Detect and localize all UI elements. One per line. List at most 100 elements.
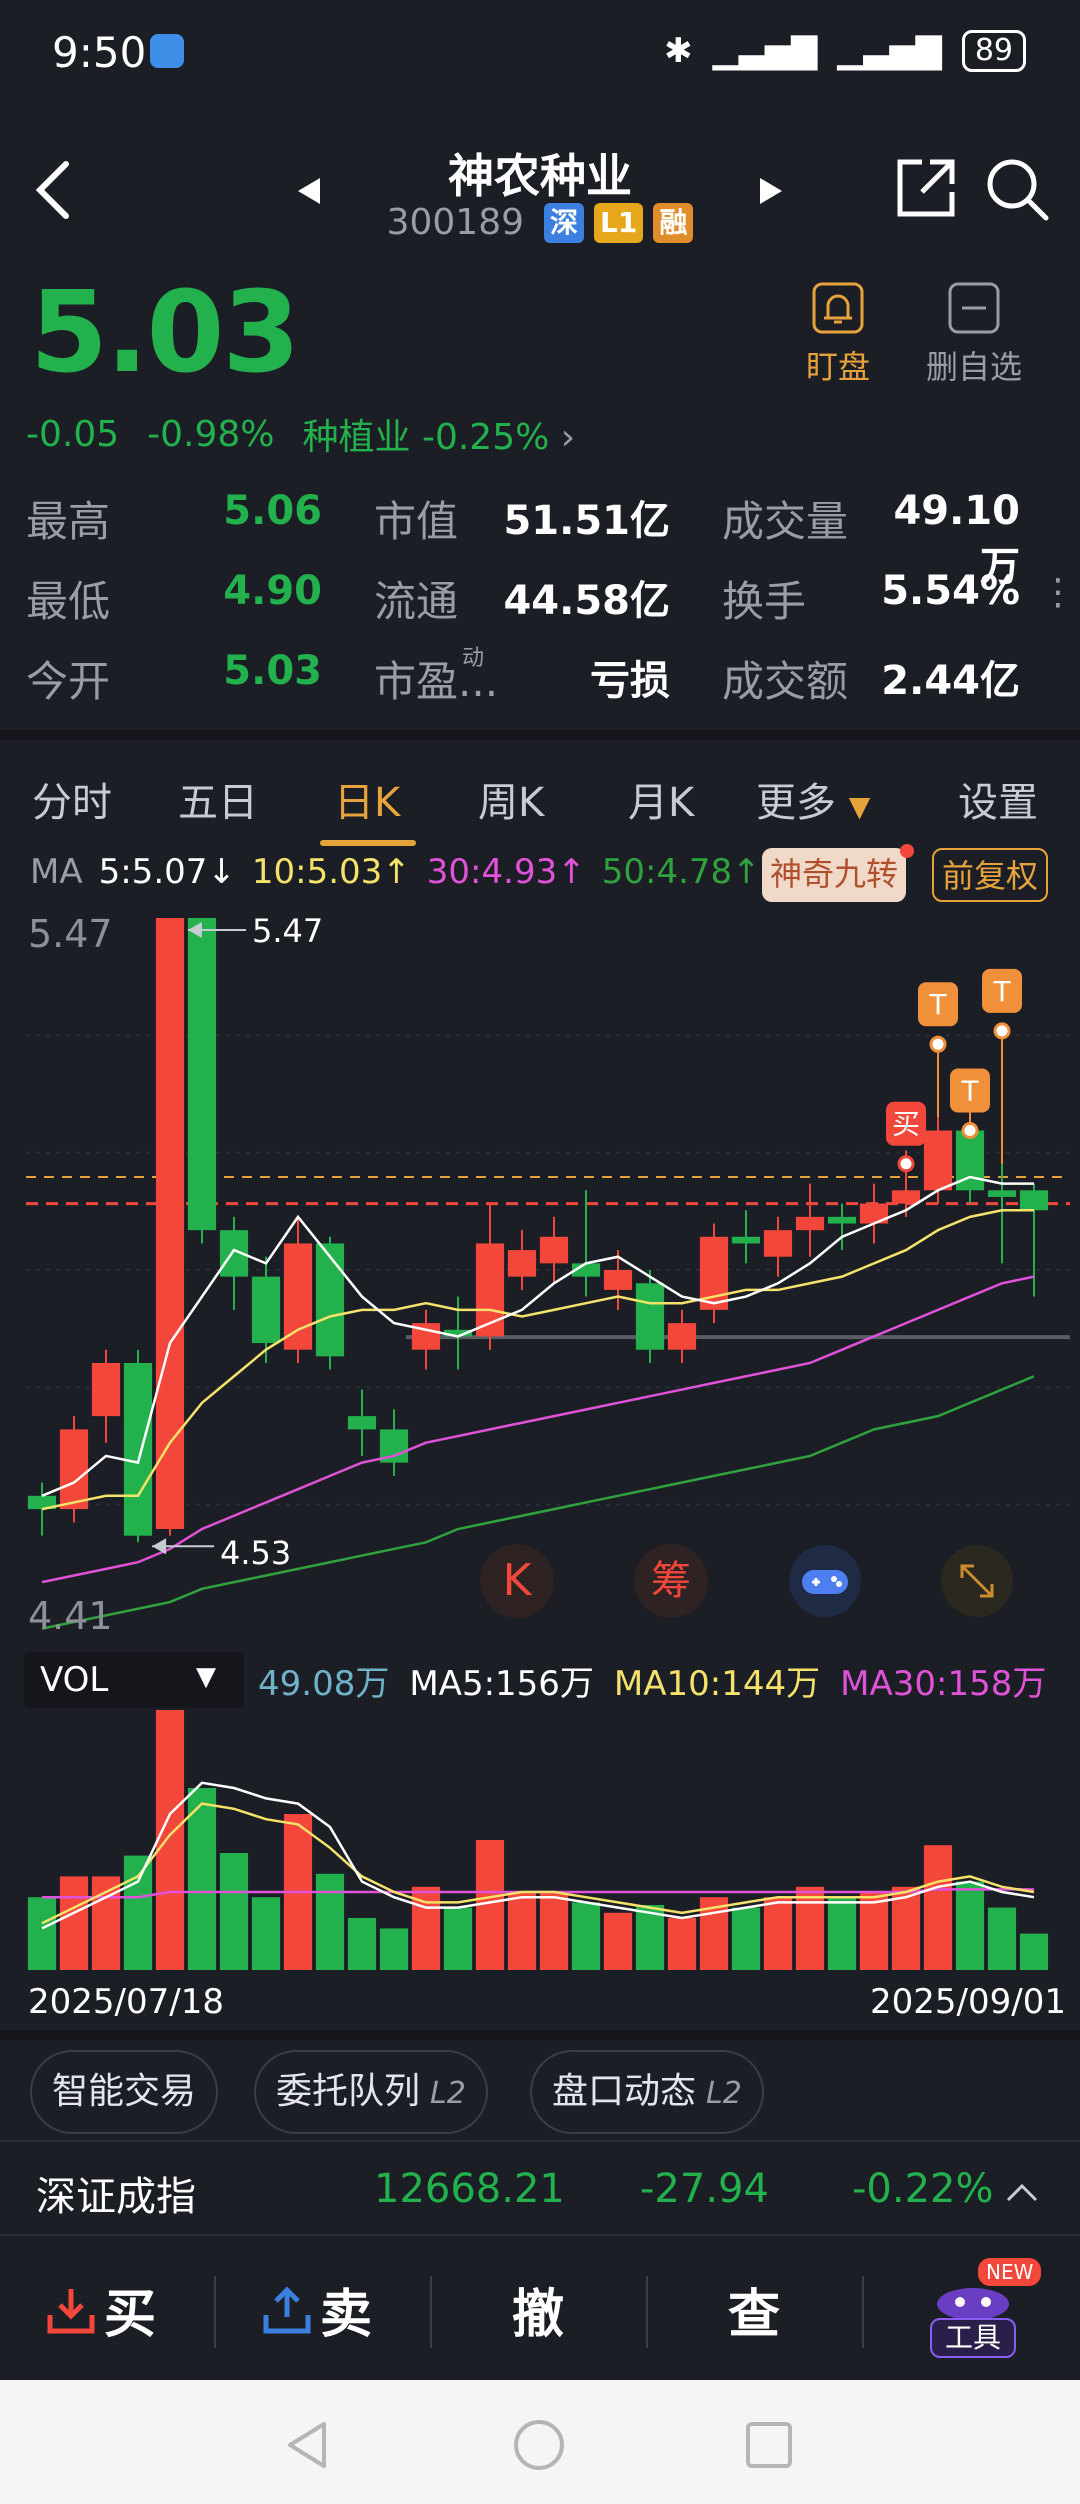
tab-monthly-k[interactable]: 月K bbox=[628, 770, 694, 828]
candlestick-chart[interactable]: 买 T T T bbox=[0, 906, 1080, 1646]
tab-more[interactable]: 更多 ▼ bbox=[756, 770, 870, 828]
vol-value: 49.08万 bbox=[258, 1664, 390, 1704]
candle-body bbox=[123, 1362, 153, 1536]
candle-body bbox=[603, 1270, 633, 1290]
volume-chart[interactable] bbox=[0, 1710, 1080, 1980]
candle-body bbox=[187, 918, 217, 1231]
volume-bar bbox=[251, 1897, 281, 1970]
volume-bar bbox=[827, 1897, 857, 1970]
stat-pe-superscript: 动 bbox=[462, 646, 485, 671]
candle-body bbox=[507, 1250, 537, 1277]
active-tab-indicator bbox=[320, 840, 416, 846]
ma-legend: MA 5:5.07↓ 10:5.03↑ 30:4.93↑ 50:4.78↑ bbox=[30, 852, 761, 892]
clock: 9:50 bbox=[52, 28, 147, 77]
more-dots-icon[interactable]: ⋮ bbox=[1040, 572, 1076, 613]
tab-five-day[interactable]: 五日 bbox=[178, 770, 258, 828]
trade-marker-label: T bbox=[928, 988, 947, 1021]
volume-bar bbox=[955, 1881, 985, 1970]
k-tool-icon[interactable]: K bbox=[480, 1544, 554, 1618]
tab-settings[interactable]: 设置 bbox=[958, 770, 1038, 828]
next-stock-icon[interactable] bbox=[756, 176, 786, 206]
candle-body bbox=[1019, 1190, 1049, 1211]
cancel-order-button[interactable]: 撤 bbox=[512, 2272, 564, 2347]
gamepad-icon[interactable] bbox=[788, 1544, 862, 1618]
level-tag: L1 bbox=[594, 202, 644, 243]
stat-float-value: 44.58亿 bbox=[503, 578, 670, 624]
volume-bar bbox=[379, 1928, 409, 1970]
index-ticker[interactable]: 深证成指 12668.21 -27.94 -0.22% bbox=[0, 2140, 1080, 2236]
remove-watchlist-button[interactable]: 删自选 bbox=[914, 280, 1034, 388]
candle-body bbox=[539, 1236, 569, 1264]
system-back-icon[interactable] bbox=[284, 2420, 330, 2470]
index-value: 12668.21 bbox=[374, 2166, 565, 2212]
volume-bar bbox=[859, 1892, 889, 1970]
adjust-button[interactable]: 前复权 bbox=[932, 848, 1049, 902]
separator bbox=[646, 2276, 648, 2348]
stat-high-label: 最高 bbox=[26, 497, 111, 546]
bluetooth-icon: ✱ bbox=[664, 31, 693, 71]
indicator-select[interactable]: VOL ▼ bbox=[24, 1652, 244, 1708]
order-book-chip[interactable]: 盘口动态 L2 bbox=[530, 2050, 764, 2134]
tools-button[interactable]: NEW 工具 bbox=[922, 2258, 1042, 2358]
stat-mktcap-value: 51.51亿 bbox=[503, 498, 670, 544]
volume-bar bbox=[187, 1788, 217, 1970]
stat-amount-value: 2.44亿 bbox=[881, 658, 1020, 704]
index-pct: -0.22% bbox=[852, 2166, 994, 2212]
expand-icon[interactable] bbox=[940, 1544, 1014, 1618]
ma5-value: 5:5.07↓ bbox=[98, 852, 236, 892]
volume-bar bbox=[603, 1912, 633, 1970]
watch-button[interactable]: 盯盘 bbox=[778, 280, 898, 388]
stats-grid: 最高 5.06 市值 51.51亿 成交量 49.10万 最低 4.90 流通 … bbox=[0, 480, 1080, 710]
l2-badge: L2 bbox=[430, 2076, 466, 2111]
system-home-icon[interactable] bbox=[512, 2418, 566, 2472]
volume-bar bbox=[987, 1907, 1017, 1970]
tab-intraday[interactable]: 分时 bbox=[32, 770, 112, 828]
system-navigation-bar bbox=[0, 2380, 1080, 2504]
query-button[interactable]: 查 bbox=[728, 2272, 780, 2347]
marker-dot bbox=[993, 1022, 1011, 1040]
system-recents-icon[interactable] bbox=[744, 2420, 794, 2470]
minus-box-icon bbox=[948, 282, 1000, 334]
magic-nine-button[interactable]: 神奇九转 bbox=[762, 848, 907, 902]
stat-turnover-label: 换手 bbox=[722, 577, 807, 626]
search-icon[interactable] bbox=[984, 156, 1050, 222]
candle-body bbox=[315, 1243, 345, 1357]
candle-body bbox=[987, 1190, 1017, 1197]
order-queue-chip[interactable]: 委托队列 L2 bbox=[254, 2050, 488, 2134]
order-book-label: 盘口动态 bbox=[552, 2071, 697, 2112]
candle-body bbox=[155, 918, 185, 1530]
sell-button[interactable]: 卖 bbox=[262, 2272, 372, 2347]
buy-download-icon bbox=[47, 2288, 95, 2333]
current-price: 5.03 bbox=[30, 268, 300, 398]
stat-low-label: 最低 bbox=[26, 577, 111, 626]
ma10-line bbox=[41, 1208, 1034, 1511]
tab-daily-k[interactable]: 日K bbox=[334, 770, 400, 828]
remove-label: 删自选 bbox=[925, 348, 1022, 386]
signal-icon-2: ▁▃▅▇ bbox=[837, 31, 942, 71]
max-price-marker: 5.47 bbox=[252, 912, 324, 950]
candle-body bbox=[763, 1230, 793, 1257]
volume-legend: 49.08万 MA5:156万 MA10:144万 MA30:158万 bbox=[258, 1656, 1046, 1705]
vol-ma10: MA10:144万 bbox=[613, 1664, 821, 1704]
divider bbox=[0, 2030, 1080, 2040]
signal-icon: ▁▃▅▇ bbox=[712, 31, 818, 71]
trade-toolbar: 买 卖 撤 查 NEW 工具 bbox=[0, 2236, 1080, 2380]
trade-marker-label: T bbox=[992, 975, 1011, 1008]
volume-bar bbox=[571, 1902, 601, 1970]
indicator-label: VOL bbox=[40, 1660, 109, 1700]
ma30-value: 30:4.93↑ bbox=[426, 852, 586, 892]
share-icon[interactable] bbox=[894, 156, 958, 220]
volume-bar bbox=[27, 1897, 57, 1970]
candle-body bbox=[923, 1130, 953, 1191]
candle-body bbox=[251, 1276, 281, 1344]
sector-link[interactable]: 种植业 -0.25% › bbox=[303, 408, 576, 460]
smart-trade-chip[interactable]: 智能交易 bbox=[30, 2050, 219, 2134]
security-shield-icon bbox=[150, 34, 184, 68]
min-price-marker: 4.53 bbox=[220, 1534, 292, 1572]
chevron-up-icon[interactable] bbox=[1004, 2180, 1040, 2204]
sell-upload-icon bbox=[263, 2285, 311, 2333]
start-date: 2025/07/18 bbox=[28, 1982, 224, 2022]
buy-button[interactable]: 买 bbox=[46, 2272, 156, 2347]
chip-distribution-icon[interactable]: 筹 bbox=[634, 1544, 708, 1618]
tab-weekly-k[interactable]: 周K bbox=[478, 770, 544, 828]
